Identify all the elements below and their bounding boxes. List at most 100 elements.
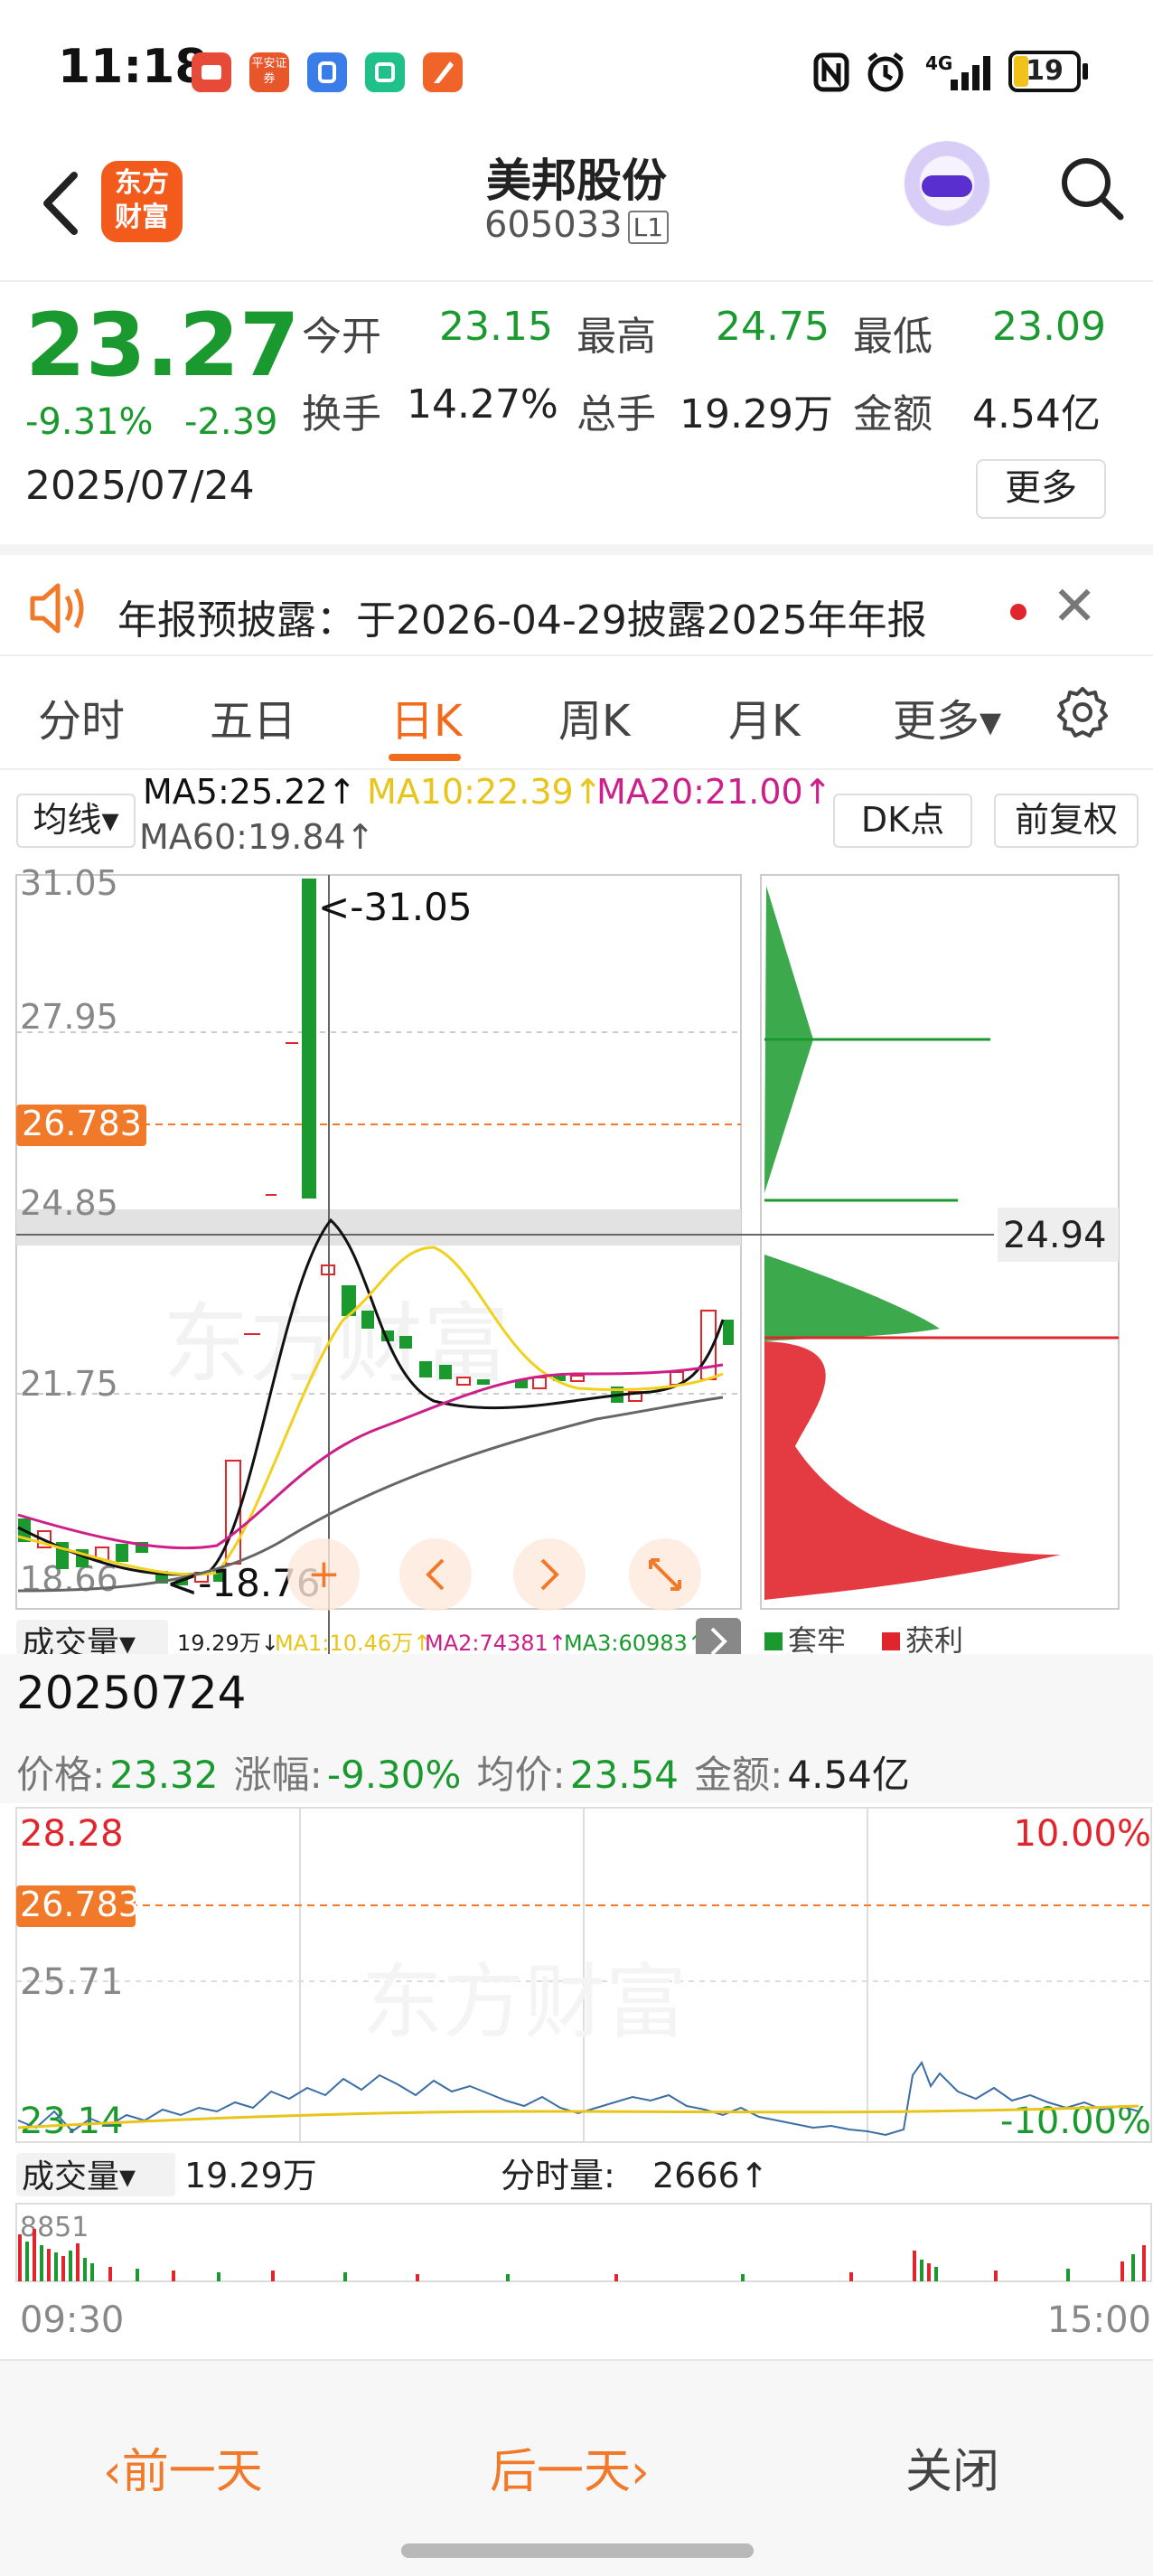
volume-label: 总手 (576, 391, 656, 437)
legend-trapped: 套牢 (788, 1623, 846, 1658)
intraday-y-mid: 25.71 (20, 1961, 124, 2003)
signal-icon (951, 56, 990, 90)
status-bar: 11:18 平安证券 4G 19 (0, 0, 1153, 136)
plus-icon: + (307, 1551, 341, 1597)
crosshair-value: 24.94 (1003, 1215, 1107, 1256)
scroll-left-button[interactable] (399, 1538, 472, 1611)
ma20-value: MA20:21.00↑ (596, 772, 832, 812)
intraday-ref-label: 26.783 (20, 1885, 140, 1924)
nfc-icon (813, 52, 849, 92)
gear-icon[interactable] (1054, 683, 1111, 741)
tab-weekly-k[interactable]: 周K (558, 685, 630, 748)
home-indicator[interactable] (401, 2543, 754, 2558)
intraday-minute-volume-label: 分时量: (501, 2156, 615, 2195)
scroll-right-button[interactable] (513, 1538, 586, 1611)
tab-five-day[interactable]: 五日 (210, 685, 296, 748)
active-tab-indicator (389, 754, 461, 761)
tab-intraday[interactable]: 分时 (38, 685, 125, 748)
tab-monthly-k[interactable]: 月K (728, 685, 800, 748)
tab-more[interactable]: 更多▾ (893, 685, 1001, 748)
turnover-label: 换手 (302, 391, 381, 437)
high-value: 24.75 (716, 304, 830, 350)
blue-app-icon (307, 52, 347, 92)
securities-app-icon: 平安证券 (249, 52, 289, 92)
next-day-button[interactable]: 后一天› (490, 2433, 650, 2501)
legend-profit-swatch (882, 1632, 900, 1650)
intraday-y-top: 28.28 (20, 1813, 124, 1855)
unread-dot (1010, 604, 1026, 620)
intraday-y-bottom: 23.14 (20, 2101, 124, 2142)
volume-value: 19.29万↓ (177, 1631, 279, 1656)
open-label: 今开 (302, 314, 381, 360)
volume-value: 19.29万 (680, 391, 833, 437)
ma10-value: MA10:22.39↑ (367, 772, 603, 812)
intraday-pct-top: 10.00% (1013, 1813, 1151, 1855)
amount-value: 4.54亿 (972, 391, 1101, 437)
period-tabs: 分时 五日 日K 周K 月K 更多▾ (0, 654, 1153, 770)
detail-amount-label: 金额: (694, 1753, 783, 1797)
legend-trapped-swatch (764, 1632, 783, 1650)
intraday-minute-volume: 2666↑ (652, 2156, 769, 2195)
legend-profit: 获利 (905, 1623, 963, 1658)
status-time: 11:18 (58, 40, 208, 94)
close-icon[interactable]: ✕ (1052, 575, 1097, 638)
quote-panel: 23.27 -9.31% -2.39 2025/07/24 今开 23.15 最… (0, 280, 1153, 544)
reference-label: 26.783 (22, 1104, 142, 1143)
vol-ma3: MA3:60983↑ (564, 1631, 706, 1656)
robot-assistant-icon[interactable] (900, 141, 994, 235)
low-label: 最低 (853, 314, 933, 360)
more-button[interactable]: 更多 (976, 459, 1106, 519)
ma60-value: MA60:19.84↑ (139, 817, 375, 857)
y-label-3: 21.75 (20, 1364, 118, 1404)
change-amount: -2.39 (184, 401, 278, 443)
vol-ma1: MA1:10.46万↑ (275, 1631, 431, 1656)
turnover-value: 14.27% (407, 381, 558, 428)
adjust-button[interactable]: 前复权 (994, 794, 1139, 848)
detail-price: 23.32 (109, 1753, 219, 1797)
level-badge: L1 (627, 210, 670, 244)
tab-daily-k[interactable]: 日K (390, 685, 462, 748)
intraday-volume-total: 19.29万 (184, 2156, 317, 2195)
stock-code: 605033 (483, 204, 623, 246)
vol-ma2: MA2:74381↑ (425, 1631, 567, 1656)
notice-bar[interactable]: 年报预披露：于2026-04-29披露2025年年报 ✕ (0, 544, 1153, 663)
speaker-icon (30, 583, 84, 634)
alarm-icon (867, 52, 904, 92)
amount-label: 金额 (853, 391, 933, 437)
y-label-2: 24.85 (20, 1183, 118, 1223)
battery-icon: 19 (1008, 51, 1081, 92)
notice-text: 年报预披露：于2026-04-29披露2025年年报 (117, 597, 927, 644)
intraday-chart[interactable]: 26.783 28.28 25.71 23.14 10.00% -10.00% … (0, 1804, 1153, 2355)
ma5-value: MA5:25.22↑ (143, 772, 357, 812)
intraday-time-start: 09:30 (20, 2299, 124, 2341)
bottom-nav: ‹前一天 后一天› 关闭 (0, 2359, 1153, 2576)
previous-day-button[interactable]: ‹前一天 (103, 2433, 263, 2501)
detail-price-label: 价格: (16, 1753, 106, 1797)
dk-point-button[interactable]: DK点 (833, 794, 972, 848)
kline-chart[interactable]: 东方财富 26.783 31.05 27.95 24.85 21.75 18.6… (0, 868, 1153, 1663)
battery-tip (1083, 63, 1088, 80)
max-annotation: <-31.05 (318, 885, 473, 929)
y-label-4: 18.66 (20, 1559, 118, 1599)
search-icon[interactable] (1055, 152, 1128, 224)
battery-level: 19 (1026, 55, 1064, 87)
intraday-volume-area (15, 2203, 1152, 2282)
stock-header: 东方 财富 美邦股份 605033 L1 (0, 136, 1153, 280)
intraday-volume-select-label: 成交量▾ (22, 2158, 136, 2195)
detail-avg-label: 均价: (476, 1753, 566, 1797)
detail-summary: 价格: 23.32 涨幅: -9.30% 均价: 23.54 金额: 4.54亿 (16, 1744, 910, 1800)
quote-date: 2025/07/24 (25, 463, 255, 509)
detail-avg: 23.54 (569, 1753, 680, 1797)
kline-controls: 均线▾ MA5:25.22↑ MA10:22.39↑ MA20:21.00↑ M… (0, 766, 1153, 875)
indicator-select[interactable]: 均线▾ (16, 794, 136, 848)
detail-change-label: 涨幅: (233, 1753, 323, 1797)
change-percent: -9.31% (25, 401, 154, 443)
video-app-icon (192, 52, 231, 92)
close-button[interactable]: 关闭 (905, 2433, 999, 2501)
intraday-volume-max: 8851 (20, 2212, 89, 2243)
intraday-detail: 20250724 价格: 23.32 涨幅: -9.30% 均价: 23.54 … (0, 1654, 1153, 2359)
detail-date: 20250724 (16, 1667, 247, 1719)
watermark: 东方财富 (361, 1955, 687, 2050)
crosshair-band (16, 1209, 741, 1246)
detail-amount: 4.54亿 (787, 1753, 910, 1797)
